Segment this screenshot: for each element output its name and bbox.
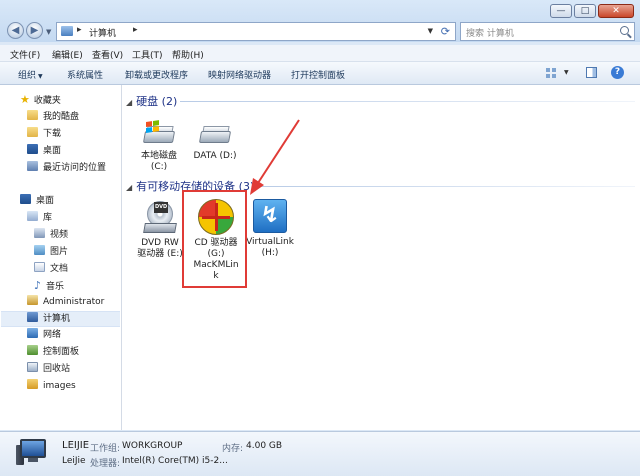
memory-label: 内存: [222, 444, 244, 454]
workgroup-label: 工作组: [90, 444, 121, 454]
computer-icon [16, 439, 48, 465]
memory-value: 4.00 GB [246, 441, 283, 451]
processor-value: Intel(R) Core(TM) i5-2... [122, 456, 228, 466]
workgroup-value: WORKGROUP [122, 441, 183, 451]
processor-label: 处理器: [90, 459, 121, 469]
explorer-window: — □ ✕ ◀ ▶ ▼ ▸ 计算机 ▸ ▼ ⟳ 搜索 计算机 文件(F) 编辑(… [0, 0, 640, 476]
user-name: LeiJie [62, 456, 86, 466]
details-pane: LEIJIE 工作组: WORKGROUP 内存: 4.00 GB LeiJie… [0, 431, 640, 476]
computer-name: LEIJIE [62, 440, 90, 451]
annotation-arrow [250, 119, 300, 195]
